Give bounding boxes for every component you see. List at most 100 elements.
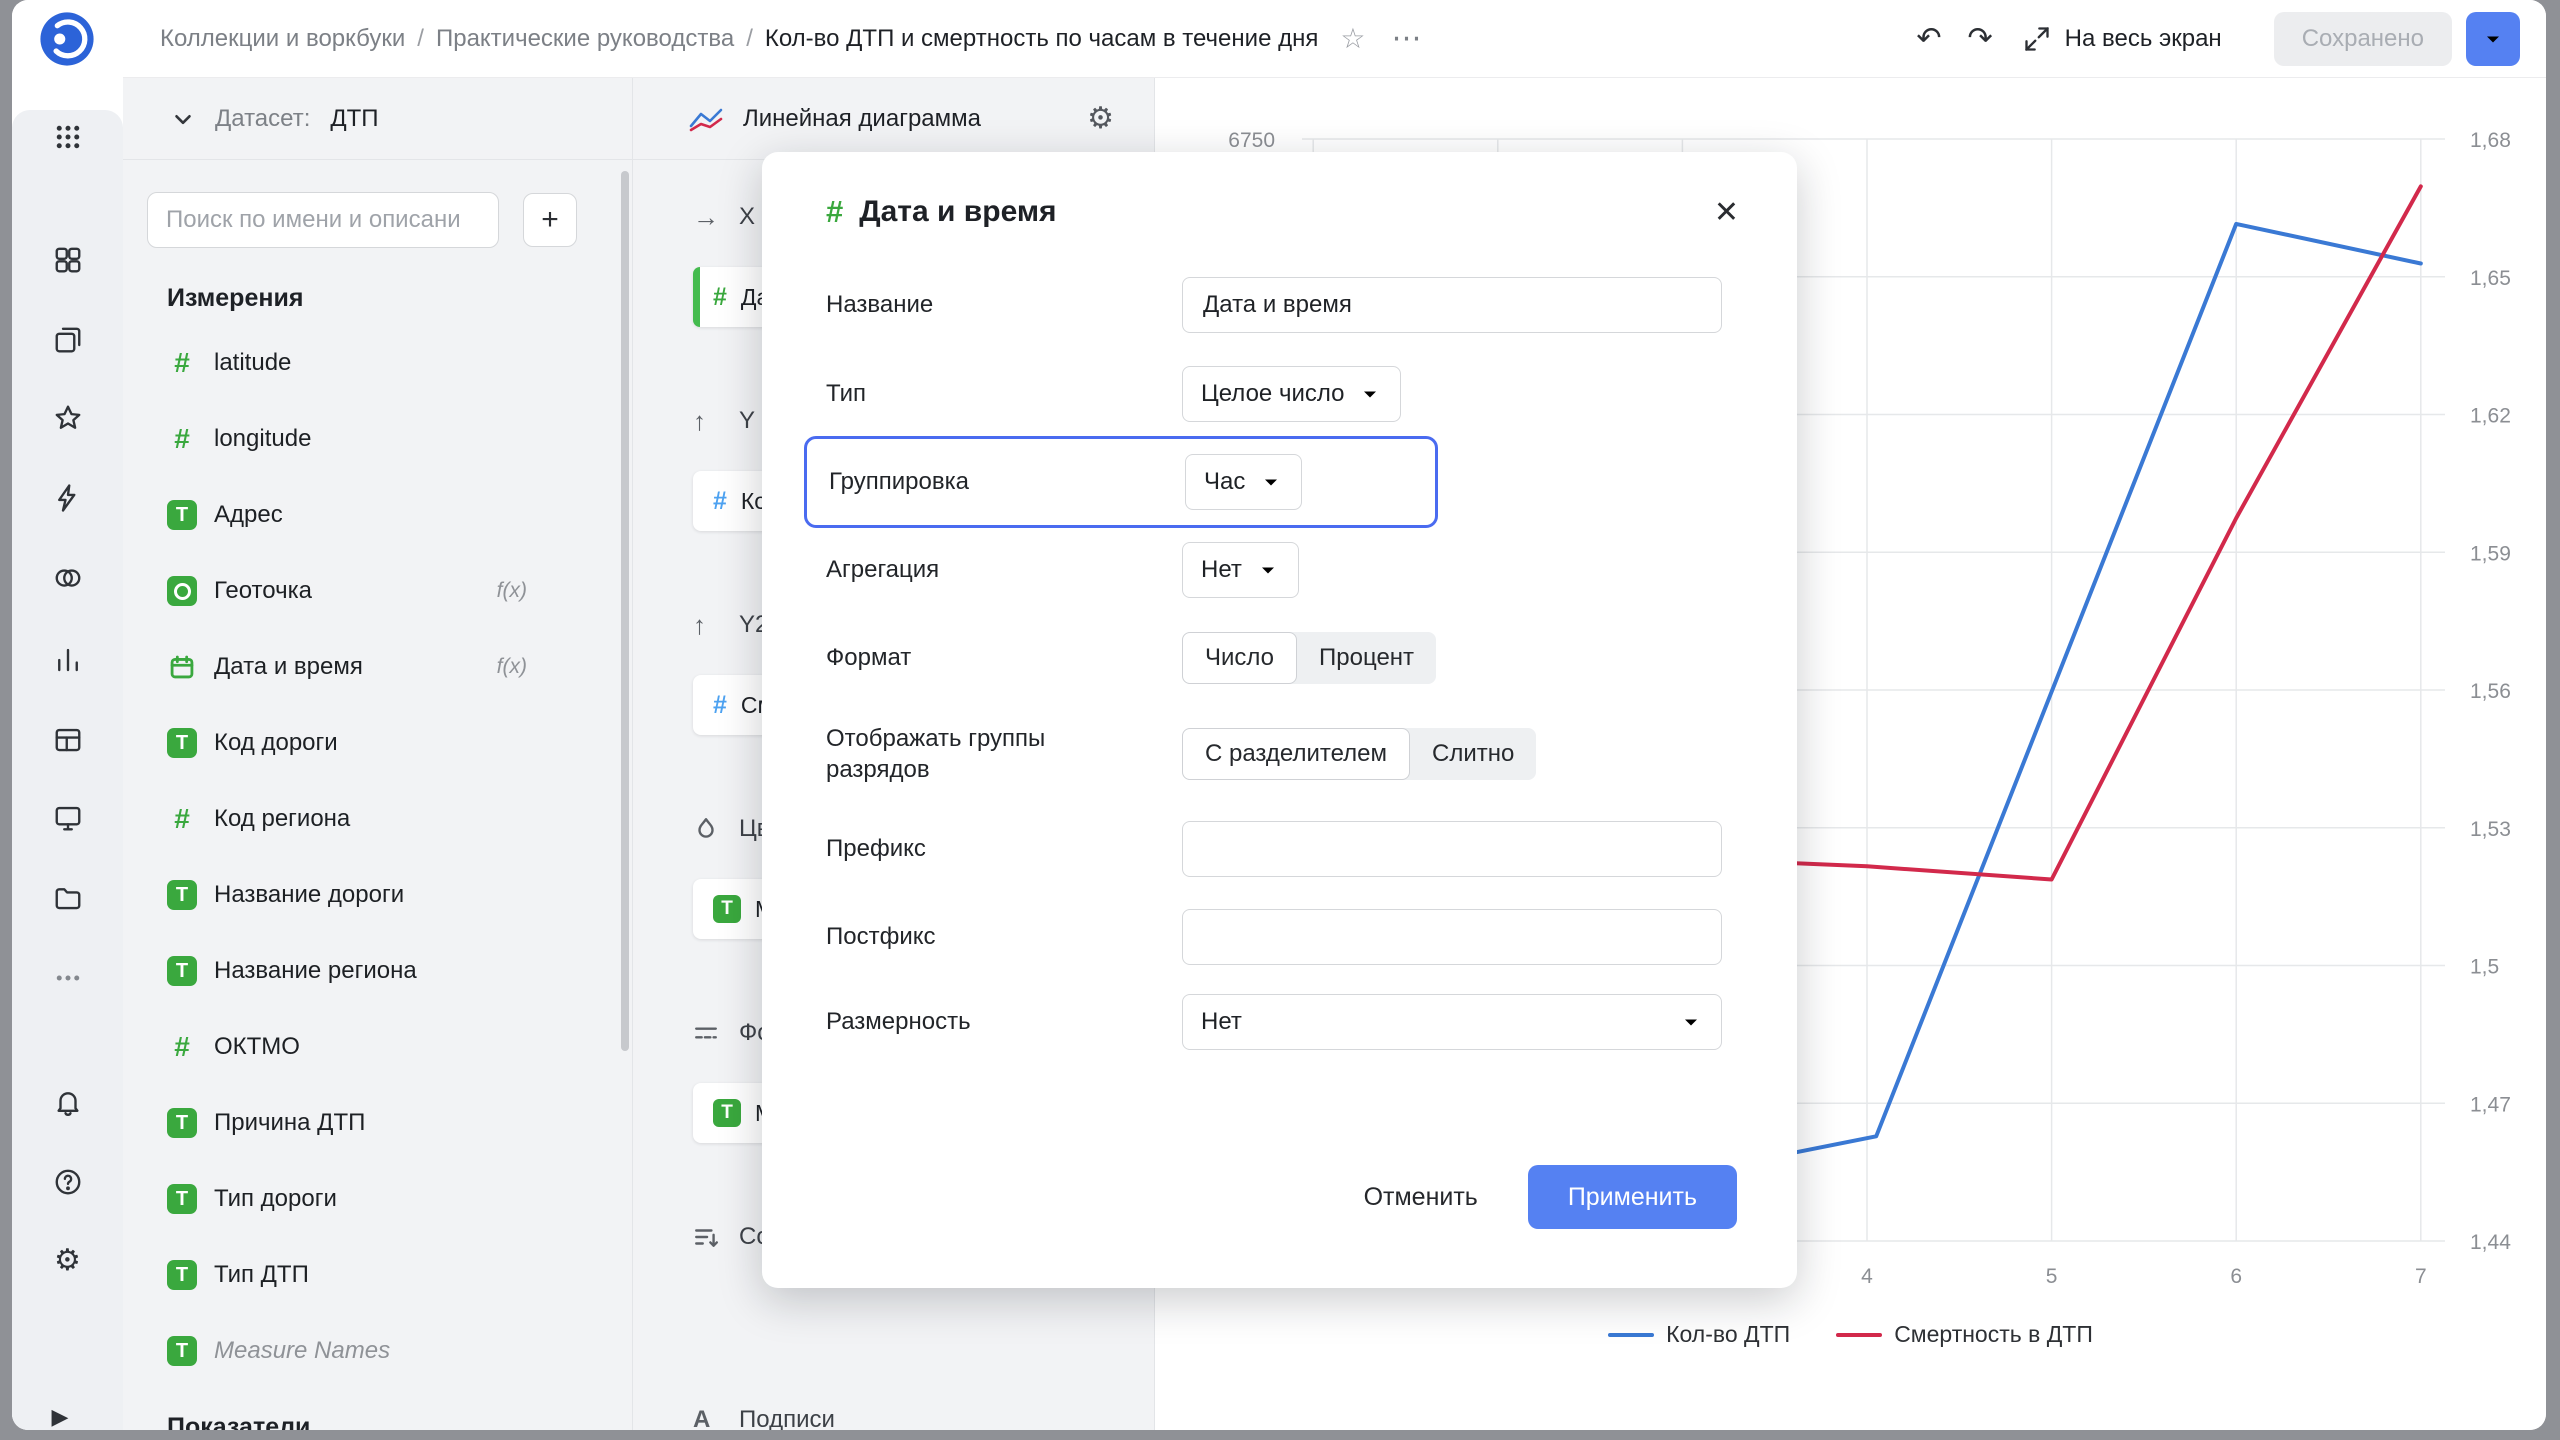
line-chart-icon: [689, 108, 723, 131]
field-row-latitude[interactable]: # latitude: [123, 325, 632, 401]
grouping-row-focused: Группировка Час: [804, 436, 1438, 528]
digit-groups-separated-option[interactable]: С разделителем: [1182, 728, 1410, 780]
breadcrumb-collections[interactable]: Коллекции и воркбуки: [160, 25, 405, 53]
field-row-longitude[interactable]: # longitude: [123, 401, 632, 477]
svg-text:7: 7: [2415, 1265, 2427, 1288]
svg-text:1,53: 1,53: [2470, 818, 2511, 841]
field-row-geopoint[interactable]: Геоточка f(x): [123, 553, 632, 629]
breadcrumb-guides[interactable]: Практические руководства: [436, 25, 734, 53]
field-search-input[interactable]: [147, 192, 499, 248]
close-icon[interactable]: ✕: [1708, 192, 1745, 234]
text-field-icon: T: [167, 500, 197, 530]
number-field-icon: #: [174, 423, 190, 454]
field-row-accident-type[interactable]: T Тип ДТП: [123, 1237, 632, 1313]
notifications-bell-icon[interactable]: [48, 1082, 88, 1122]
sort-icon: [693, 1224, 727, 1250]
datasets-table-icon[interactable]: [48, 720, 88, 760]
storage-folder-icon[interactable]: [48, 878, 88, 918]
charts-icon[interactable]: [48, 640, 88, 680]
scrollbar-thumb[interactable]: [621, 171, 629, 1051]
number-field-icon: #: [174, 1031, 190, 1062]
undo-icon[interactable]: ↶: [1916, 23, 1941, 54]
dataset-panel: Датасет: ДТП + Измерения #latitude #long…: [123, 78, 633, 1430]
more-menu-icon[interactable]: ⋯: [1391, 23, 1421, 54]
field-row-region-code[interactable]: # Код региона: [123, 781, 632, 857]
type-dropdown[interactable]: Целое число: [1182, 366, 1402, 422]
cancel-button[interactable]: Отменить: [1354, 1165, 1488, 1229]
svg-text:1,47: 1,47: [2470, 1093, 2511, 1116]
measure-field-icon: #: [713, 486, 727, 515]
top-bar: Коллекции и воркбуки / Практические руко…: [123, 0, 2546, 78]
field-row-road-name[interactable]: T Название дороги: [123, 857, 632, 933]
redo-icon[interactable]: ↷: [1968, 23, 1993, 54]
dataset-label: Датасет:: [215, 104, 311, 132]
apps-grid-icon[interactable]: [48, 117, 88, 157]
field-row-oktmo[interactable]: # ОКТМО: [123, 1009, 632, 1085]
saved-button[interactable]: Сохранено: [2273, 11, 2452, 66]
legend-item-mortality[interactable]: Смертность в ДТП: [1836, 1321, 2093, 1348]
format-percent-option[interactable]: Процент: [1297, 632, 1436, 684]
format-number-option[interactable]: Число: [1182, 632, 1298, 684]
arrow-up-icon: ↑: [693, 406, 706, 436]
field-row-accident-cause[interactable]: T Причина ДТП: [123, 1085, 632, 1161]
add-field-button[interactable]: +: [523, 193, 577, 247]
app-window: Коллекции и воркбуки / Практические руко…: [12, 0, 2546, 1430]
digit-groups-label: Отображать группы разрядов: [826, 725, 1046, 783]
breadcrumb: Коллекции и воркбуки / Практические руко…: [160, 25, 1318, 53]
chevron-down-icon: [1256, 558, 1280, 582]
dimensions-list: # latitude # longitude T Адрес Геоточка f(x)…: [123, 325, 632, 1389]
chevron-down-icon: [1358, 382, 1382, 406]
digit-groups-merged-option[interactable]: Слитно: [1410, 728, 1536, 780]
monitoring-icon[interactable]: [48, 798, 88, 838]
number-field-icon: #: [174, 803, 190, 834]
datalens-logo[interactable]: [38, 10, 96, 68]
dataset-header[interactable]: Датасет: ДТП: [123, 78, 632, 160]
favorite-star-icon[interactable]: ☆: [1340, 24, 1365, 53]
svg-text:1,68: 1,68: [2470, 129, 2511, 152]
geopoint-field-icon: [167, 576, 197, 606]
dimension-select[interactable]: Нет: [1182, 994, 1722, 1050]
text-field-icon: T: [167, 728, 197, 758]
collapse-panel-icon[interactable]: ▶: [40, 1397, 80, 1430]
connections-icon[interactable]: [48, 558, 88, 598]
grouping-dropdown[interactable]: Час: [1185, 454, 1303, 510]
favorites-star-icon[interactable]: [48, 398, 88, 438]
text-field-icon: T: [713, 895, 741, 923]
aggregation-label: Агрегация: [826, 556, 940, 583]
chart-type-title[interactable]: Линейная диаграмма: [743, 105, 1087, 133]
svg-text:1,5: 1,5: [2470, 956, 2499, 979]
legend-item-accidents[interactable]: Кол-во ДТП: [1608, 1321, 1790, 1348]
collections-icon[interactable]: [48, 320, 88, 360]
apply-button[interactable]: Применить: [1527, 1165, 1737, 1229]
field-row-datetime[interactable]: Дата и время f(x): [123, 629, 632, 705]
dimension-label: Размерность: [826, 1008, 971, 1035]
field-row-road-type[interactable]: T Тип дороги: [123, 1161, 632, 1237]
fullscreen-icon[interactable]: [2023, 25, 2051, 53]
aggregation-dropdown[interactable]: Нет: [1182, 542, 1299, 598]
paint-drop-icon: [693, 816, 727, 842]
chevron-down-icon: [1679, 1010, 1703, 1034]
widgets-icon[interactable]: [48, 240, 88, 280]
svg-text:6750: 6750: [1228, 129, 1275, 152]
legend-swatch-blue: [1608, 1332, 1655, 1337]
prefix-input[interactable]: [1182, 821, 1722, 877]
type-label: Тип: [826, 380, 867, 407]
field-row-road-code[interactable]: T Код дороги: [123, 705, 632, 781]
field-row-address[interactable]: T Адрес: [123, 477, 632, 553]
chart-settings-gear-icon[interactable]: ⚙: [1087, 103, 1114, 134]
format-label: Формат: [826, 644, 912, 671]
postfix-input[interactable]: [1182, 909, 1722, 965]
svg-text:5: 5: [2046, 1265, 2058, 1288]
settings-gear-icon[interactable]: ⚙: [48, 1241, 88, 1281]
field-row-region-name[interactable]: T Название региона: [123, 933, 632, 1009]
postfix-label: Постфикс: [826, 923, 936, 950]
dataset-name[interactable]: ДТП: [330, 105, 378, 133]
help-icon[interactable]: [48, 1162, 88, 1202]
fullscreen-label[interactable]: На весь экран: [2065, 25, 2222, 53]
save-dropdown-button[interactable]: [2466, 11, 2520, 66]
field-row-measure-names[interactable]: T Measure Names: [123, 1313, 632, 1389]
rail-more-icon[interactable]: [48, 958, 88, 998]
name-input[interactable]: [1182, 277, 1722, 333]
measures-title-clipped: Показатели: [167, 1413, 311, 1430]
lightning-icon[interactable]: [48, 478, 88, 518]
